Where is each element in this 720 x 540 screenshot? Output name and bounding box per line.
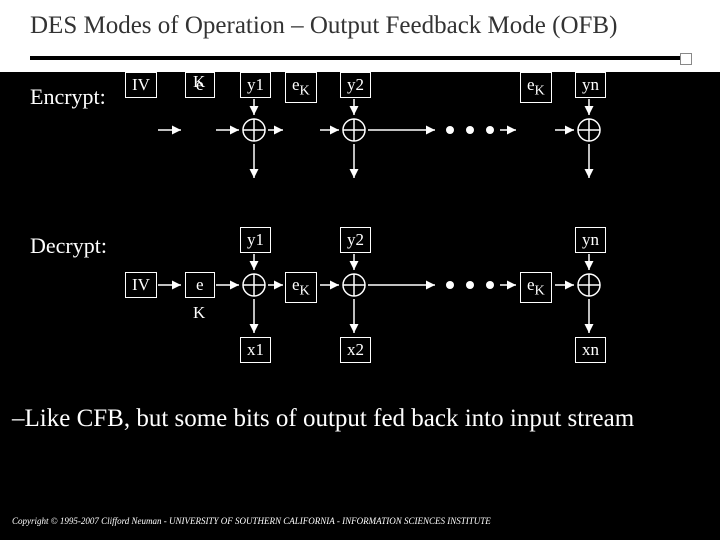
encrypt-diagram: Encrypt: x1 x2 xn IV e K eK eK y1 y2 yn xyxy=(30,72,690,237)
copyright: Copyright © 1995-2007 Clifford Neuman - … xyxy=(12,516,491,526)
page-title: DES Modes of Operation – Output Feedback… xyxy=(0,0,720,48)
bullet-text: –Like CFB, but some bits of output fed b… xyxy=(12,405,714,433)
decrypt-arrows xyxy=(30,237,690,387)
encrypt-arrows xyxy=(30,72,690,237)
title-separator xyxy=(0,48,720,72)
decrypt-diagram: Decrypt: y1 y2 yn IV e K eK eK x1 x2 xn xyxy=(30,237,690,387)
